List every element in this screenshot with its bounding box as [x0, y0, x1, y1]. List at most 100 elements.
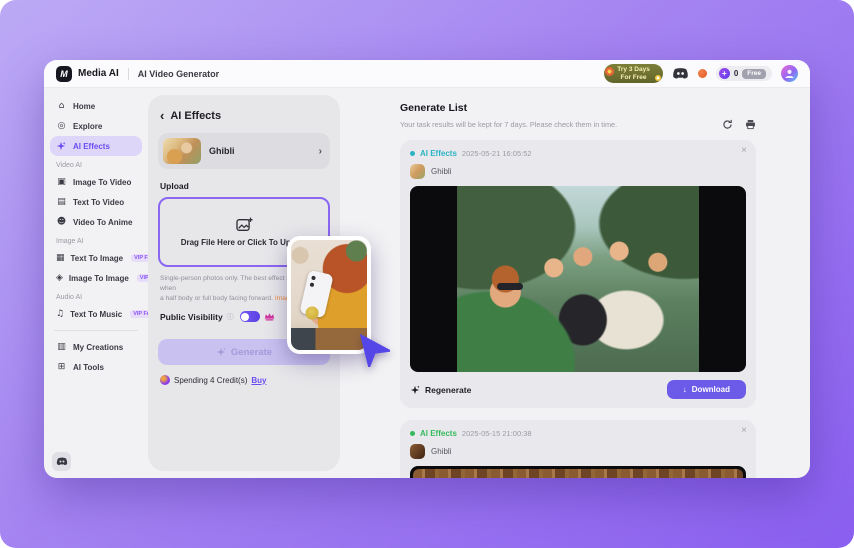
- desktop-background: M Media AI AI Video Generator Try 3 Days…: [0, 0, 854, 548]
- download-label: Download: [692, 385, 730, 394]
- result-image[interactable]: [410, 466, 746, 478]
- group-photo: [457, 186, 699, 372]
- explore-icon: ◎: [56, 121, 67, 131]
- spending-text: Spending 4 Credit(s): [174, 376, 247, 385]
- sidebar-item-label: Image To Video: [73, 178, 131, 187]
- buy-link[interactable]: Buy: [251, 376, 266, 385]
- generate-list-subtitle: Your task results will be kept for 7 day…: [400, 120, 617, 129]
- logo-letter: M: [60, 69, 68, 79]
- generate-card: AI Effects 2025-05-21 16:05:52 × Ghibli: [400, 140, 756, 408]
- discord-corner-button[interactable]: [52, 452, 71, 471]
- flower-icon: [655, 75, 661, 81]
- sidebar-item-my-creations[interactable]: ▥ My Creations: [50, 337, 142, 357]
- regenerate-label: Regenerate: [425, 385, 471, 395]
- sidebar-item-image-to-image[interactable]: ◈ Image To Image VIP Free: [50, 268, 142, 288]
- topbar-divider: [128, 68, 129, 80]
- discord-icon: [56, 457, 68, 466]
- effect-thumbnail: [163, 138, 201, 164]
- effect-avatar: [410, 444, 425, 459]
- product-title: AI Video Generator: [138, 69, 219, 79]
- sidebar-item-ai-tools[interactable]: ⊞ AI Tools: [50, 357, 142, 377]
- library-photo: [413, 469, 743, 478]
- credit-coin-icon: [160, 375, 170, 385]
- text-to-video-icon: ▤: [56, 197, 67, 207]
- sidebar-section-image-ai: Image AI: [56, 238, 136, 245]
- sidebar-item-explore[interactable]: ◎ Explore: [50, 116, 142, 136]
- sidebar-item-ai-effects[interactable]: AI Effects: [50, 136, 142, 156]
- result-image[interactable]: [410, 186, 746, 372]
- phone: [299, 270, 333, 318]
- sidebar-item-text-to-video[interactable]: ▤ Text To Video: [50, 192, 142, 212]
- sidebar-item-label: Home: [73, 102, 95, 111]
- brand-name: Media AI: [78, 68, 119, 79]
- upload-label: Upload: [160, 181, 328, 191]
- app-window: M Media AI AI Video Generator Try 3 Days…: [44, 60, 810, 478]
- orange-dot-icon[interactable]: [698, 69, 707, 78]
- topbar-actions: Try 3 Days For Free + 0 Free: [604, 64, 798, 83]
- topbar: M Media AI AI Video Generator Try 3 Days…: [44, 60, 810, 88]
- clear-list-button[interactable]: [745, 119, 756, 130]
- sidebar-item-label: Explore: [73, 122, 102, 131]
- sidebar-item-video-to-anime[interactable]: ☻ Video To Anime: [50, 212, 142, 232]
- credits-pill[interactable]: + 0 Free: [716, 66, 772, 81]
- card-effect-name: Ghibli: [431, 167, 451, 176]
- refresh-button[interactable]: [722, 119, 733, 130]
- toggle-knob: [241, 313, 249, 321]
- user-avatar[interactable]: [781, 65, 798, 82]
- image-to-image-icon: ◈: [56, 273, 63, 283]
- effect-selector-ghibli[interactable]: Ghibli ›: [158, 133, 330, 169]
- flower-icon: [605, 67, 614, 76]
- plan-badge: Free: [742, 69, 766, 79]
- text-to-music-icon: ♫: [56, 309, 64, 319]
- trial-line1: Try 3 Days: [617, 66, 650, 73]
- upload-image-icon: [236, 217, 253, 232]
- sidebar-item-label: Image To Image: [69, 274, 129, 283]
- visibility-label: Public Visibility: [160, 312, 223, 322]
- status-dot: [410, 151, 415, 156]
- sidebar-item-label: Text To Video: [73, 198, 124, 207]
- card-tag: AI Effects: [420, 149, 457, 158]
- vip-crown-icon: [264, 312, 275, 321]
- download-arrow-icon: ↓: [683, 385, 687, 394]
- generate-list-title: Generate List: [400, 102, 756, 114]
- sidebar: ⌂ Home ◎ Explore AI Effects Video AI ▣ I…: [44, 88, 148, 478]
- visibility-toggle[interactable]: [240, 311, 260, 322]
- sidebar-item-image-to-video[interactable]: ▣ Image To Video: [50, 172, 142, 192]
- regenerate-button[interactable]: Regenerate: [410, 385, 471, 395]
- discord-icon: [672, 67, 689, 80]
- download-button[interactable]: ↓ Download: [667, 380, 746, 399]
- panel-title: AI Effects: [170, 110, 221, 122]
- sidebar-section-video-ai: Video AI: [56, 162, 136, 169]
- note-line2: a half body or full body facing forward.: [160, 295, 273, 302]
- add-credits-icon: +: [719, 68, 730, 79]
- close-icon[interactable]: ×: [741, 425, 747, 436]
- effect-avatar: [410, 164, 425, 179]
- sidebar-section-audio-ai: Audio AI: [56, 294, 136, 301]
- sidebar-item-text-to-image[interactable]: ▦ Text To Image VIP Free: [50, 248, 142, 268]
- text-to-image-icon: ▦: [56, 253, 65, 263]
- chevron-right-icon: ›: [319, 146, 322, 157]
- sidebar-divider: [54, 330, 138, 331]
- sidebar-item-label: Text To Music: [70, 310, 122, 319]
- person-icon: [783, 67, 796, 80]
- info-icon: ⓘ: [227, 312, 234, 322]
- printer-icon: [745, 119, 756, 130]
- card-timestamp: 2025-05-21 16:05:52: [462, 149, 532, 158]
- back-chevron-icon[interactable]: ‹: [160, 109, 164, 122]
- generate-label: Generate: [231, 347, 272, 358]
- sidebar-item-text-to-music[interactable]: ♫ Text To Music VIP Free: [50, 304, 142, 324]
- refresh-icon: [722, 119, 733, 130]
- discord-button[interactable]: [672, 67, 689, 80]
- image-to-video-icon: ▣: [56, 177, 67, 187]
- home-icon: ⌂: [56, 101, 67, 111]
- status-dot: [410, 431, 415, 436]
- sunglasses: [497, 283, 523, 290]
- cursor-arrow-icon: [352, 329, 390, 367]
- trial-badge-button[interactable]: Try 3 Days For Free: [604, 64, 663, 83]
- close-icon[interactable]: ×: [741, 145, 747, 156]
- sidebar-item-home[interactable]: ⌂ Home: [50, 96, 142, 116]
- effect-name: Ghibli: [209, 146, 235, 156]
- sidebar-item-label: Video To Anime: [73, 218, 132, 227]
- media-ai-logo: M: [56, 66, 72, 82]
- generate-list-panel: Generate List Your task results will be …: [400, 88, 756, 478]
